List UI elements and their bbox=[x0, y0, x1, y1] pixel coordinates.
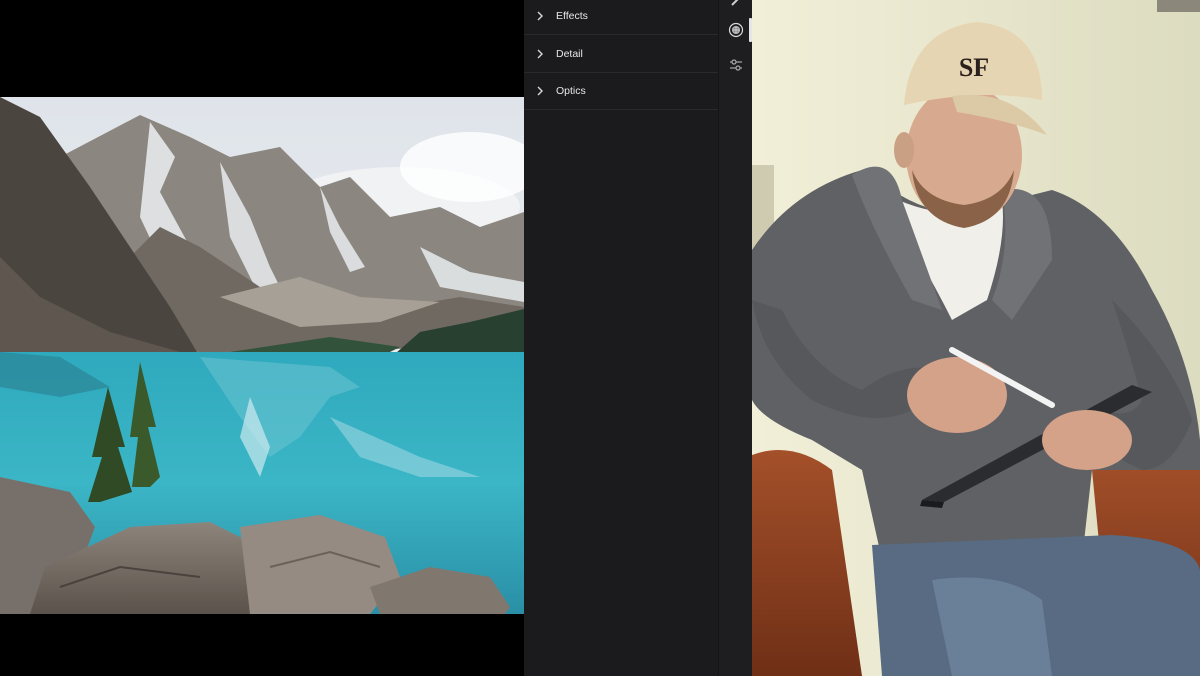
presenter-video: SF bbox=[752, 0, 1200, 676]
tool-rail bbox=[718, 0, 753, 676]
section-label: Effects bbox=[556, 9, 588, 22]
section-label: Optics bbox=[556, 84, 586, 97]
chevron-right-icon bbox=[524, 11, 556, 21]
cap-logo: SF bbox=[959, 53, 989, 82]
section-effects[interactable]: Effects bbox=[524, 0, 718, 35]
section-detail[interactable]: Detail bbox=[524, 35, 718, 73]
landscape-photo[interactable] bbox=[0, 97, 524, 614]
photo-canvas bbox=[0, 0, 524, 676]
presets-icon[interactable] bbox=[727, 56, 745, 74]
masking-icon[interactable] bbox=[727, 21, 745, 39]
chevron-right-icon bbox=[524, 49, 556, 59]
section-optics[interactable]: Optics bbox=[524, 72, 718, 110]
section-label: Detail bbox=[556, 47, 583, 60]
brush-icon[interactable] bbox=[727, 0, 745, 10]
edit-panel: Effects Detail Optics bbox=[524, 0, 718, 676]
chevron-right-icon bbox=[524, 86, 556, 96]
